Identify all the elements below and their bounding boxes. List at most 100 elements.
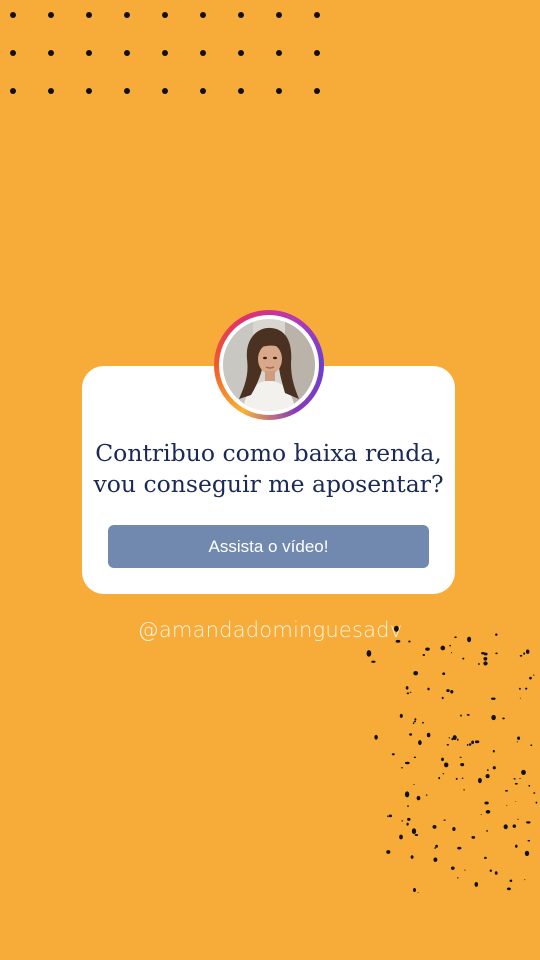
speckle — [442, 772, 444, 775]
speckle — [523, 652, 526, 655]
speckle — [448, 737, 450, 739]
grid-dot — [48, 12, 54, 18]
grid-dot — [86, 88, 92, 94]
grid-dot — [276, 88, 282, 94]
speckle — [514, 782, 518, 785]
speckle — [450, 866, 455, 870]
speckle — [519, 697, 522, 699]
grid-dot — [200, 88, 206, 94]
speckle — [471, 836, 476, 839]
speckle — [504, 789, 509, 792]
speckle — [404, 761, 410, 765]
speckle — [422, 653, 426, 657]
speckle — [454, 636, 457, 639]
speckle — [413, 720, 417, 723]
grid-dot — [124, 12, 130, 18]
speckle — [524, 879, 526, 881]
speckle — [395, 639, 401, 643]
speckle — [412, 722, 415, 725]
speckle — [450, 652, 453, 654]
speckle — [515, 844, 518, 848]
speckle — [417, 892, 419, 893]
question-line-1: Contribuo como baixa renda, — [95, 439, 442, 467]
speckle — [471, 740, 475, 745]
speckle — [509, 879, 513, 883]
speckle — [386, 850, 391, 854]
grid-dot — [124, 88, 130, 94]
grid-dot — [162, 88, 168, 94]
speckle — [449, 644, 451, 647]
grid-dot — [86, 50, 92, 56]
speckle — [414, 833, 419, 837]
avatar-border — [219, 315, 319, 415]
speckle — [457, 846, 462, 850]
speckle — [518, 687, 521, 690]
grid-dot — [10, 50, 16, 56]
speckle — [399, 713, 403, 718]
speckle — [414, 718, 417, 721]
grid-dot — [48, 50, 54, 56]
speckle — [533, 792, 536, 794]
grid-dot — [238, 88, 244, 94]
speckle — [446, 743, 450, 746]
speckle — [484, 801, 489, 805]
speckle — [528, 784, 531, 787]
speckle — [409, 733, 413, 736]
grid-dot — [124, 50, 130, 56]
speckle — [517, 736, 521, 740]
speckle — [490, 697, 496, 700]
speckle — [418, 740, 422, 746]
speckle — [400, 767, 404, 769]
speckle — [495, 652, 498, 655]
speckle — [416, 795, 421, 801]
speckle — [442, 672, 446, 675]
speckle — [462, 657, 465, 660]
speckle — [413, 671, 419, 676]
grid-dot — [314, 88, 320, 94]
grid-dot — [10, 12, 16, 18]
grid-dot — [314, 12, 320, 18]
speckle — [404, 791, 410, 798]
speckle — [524, 850, 530, 857]
speckle — [474, 740, 480, 744]
speckle — [466, 714, 470, 716]
grid-dot — [314, 50, 320, 56]
speckle — [477, 777, 482, 784]
speckle — [435, 844, 438, 848]
speckle — [388, 814, 393, 818]
grid-dot — [238, 12, 244, 18]
speckle — [506, 887, 511, 891]
speckle — [391, 753, 395, 756]
speckle — [408, 640, 411, 643]
question-text: Contribuo como baixa renda, vou consegui… — [82, 438, 455, 500]
speckle — [441, 757, 444, 762]
ink-speckles-decoration — [366, 625, 538, 893]
grid-dot — [276, 12, 282, 18]
speckle — [466, 743, 469, 746]
speckle — [519, 778, 521, 780]
speckle — [387, 815, 389, 818]
speckle — [413, 784, 415, 786]
speckle — [485, 810, 491, 814]
speckle — [413, 756, 417, 759]
speckle — [485, 774, 490, 779]
speckle — [495, 633, 498, 636]
watch-video-button[interactable]: Assista o vídeo! — [108, 525, 429, 568]
speckle — [460, 714, 462, 717]
speckle — [484, 856, 487, 860]
grid-dot — [200, 12, 206, 18]
speckle — [478, 663, 480, 665]
speckle — [486, 829, 488, 832]
speckle — [535, 801, 538, 804]
speckle — [512, 824, 517, 828]
speckle — [527, 839, 531, 842]
speckle — [480, 814, 482, 816]
grid-dot — [86, 12, 92, 18]
grid-dot — [10, 88, 16, 94]
speckle — [492, 749, 495, 753]
speckle — [525, 649, 530, 654]
grid-dot — [276, 50, 282, 56]
speckle — [483, 661, 488, 666]
avatar[interactable] — [214, 310, 324, 420]
speckle — [503, 824, 508, 830]
